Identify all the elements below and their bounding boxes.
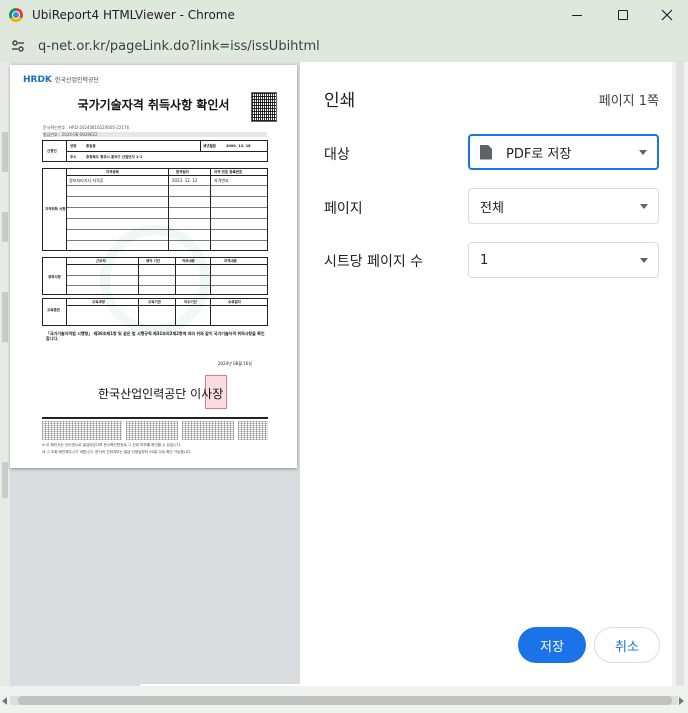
destination-value: PDF로 저장 <box>506 146 572 162</box>
maximize-button[interactable] <box>600 0 646 30</box>
window-title: UbiReport4 HTMLViewer - Chrome <box>32 8 235 22</box>
chevron-down-icon <box>640 204 648 209</box>
address-value: 충청북도 청주시 흥덕구 산업단지 1-1 <box>86 155 143 159</box>
window-titlebar: UbiReport4 HTMLViewer - Chrome <box>0 0 688 30</box>
site-info-icon[interactable] <box>10 38 26 54</box>
destination-select[interactable]: PDF로 저장 <box>468 134 659 170</box>
minimize-icon <box>572 14 582 16</box>
qual-header-item: 자격종목 <box>106 170 119 174</box>
career-header-4: 자격내용 <box>224 259 237 263</box>
hrdk-logo: HRDK 한국산업인력공단 <box>23 75 100 85</box>
career-label: 경력사항 <box>48 275 61 279</box>
training-header-1: 교육과정 <box>92 300 105 304</box>
qual-header-date: 합격일자 <box>176 170 189 174</box>
scroll-left-icon[interactable] <box>2 697 7 705</box>
birth-value: 2000. 12. 18 <box>226 144 251 148</box>
footer-note-2: 내 그 조회 확인해주시기 바랍니다. 문서의 진위여부는 발급 신청일부터 9… <box>42 450 192 454</box>
save-button[interactable]: 저장 <box>518 627 586 663</box>
preview-page: HRDK 한국산업인력공단 국가기술자격 취득사항 확인서 문서확인번호 : HR… <box>10 65 297 468</box>
statement-text: 「국가기술자격법 시행령」 제38조제1항 및 같은 법 시행규칙 제31조의2… <box>46 331 265 341</box>
issuer-name: 한국산업인력공단 이사장 <box>98 387 224 401</box>
pages-per-sheet-value: 1 <box>480 252 489 268</box>
pages-select[interactable]: 전체 <box>468 188 659 224</box>
qualification-label: 자격취득 사항 <box>45 207 66 211</box>
address-label: 주소 <box>70 155 77 159</box>
footer-note-1: ※ 이 확인서는 인터넷으로 발급되었으며 문서확인번호로 그 진위 여부를 확… <box>42 443 182 447</box>
applicant-label: 신청인 <box>47 149 57 153</box>
career-header-1: 근무처 <box>96 259 106 263</box>
training-label: 교육훈련 <box>47 308 60 312</box>
qual-row-number: 자격번호 <box>214 178 229 183</box>
issue-date: 2024년 08월 16일 <box>218 361 252 366</box>
vertical-scrollbar[interactable] <box>672 62 688 686</box>
print-preview[interactable]: HRDK 한국산업인력공단 국가기술자격 취득사항 확인서 문서확인번호 : HR… <box>0 62 300 713</box>
footer-divider <box>42 417 268 419</box>
document-icon <box>480 144 492 160</box>
pages-per-sheet-select[interactable]: 1 <box>468 242 659 278</box>
scroll-right-icon[interactable] <box>679 697 684 705</box>
chrome-icon <box>9 8 23 22</box>
verification-code-strip <box>238 421 268 440</box>
chevron-down-icon <box>639 150 647 155</box>
page-background-strip <box>0 62 10 713</box>
qual-row-item: 정보처리기사 자격증 <box>69 178 104 183</box>
qual-row-date: 2023. 12. 12 <box>172 178 198 183</box>
print-title: 인쇄 <box>324 91 356 111</box>
career-header-3: 직무내용 <box>182 259 195 263</box>
training-header-2: 교육기관 <box>148 300 161 304</box>
destination-label: 대상 <box>324 147 350 163</box>
cancel-button[interactable]: 취소 <box>594 627 660 663</box>
training-header-4: 수료일자 <box>228 300 241 304</box>
maximize-icon <box>618 10 628 20</box>
pages-value: 전체 <box>480 200 504 216</box>
minimize-button[interactable] <box>554 0 600 30</box>
scrollbar-thumb[interactable] <box>18 696 672 705</box>
chevron-down-icon <box>640 258 648 263</box>
pages-label: 페이지 <box>324 201 363 217</box>
page-count: 페이지 1쪽 <box>598 94 659 109</box>
scrollbar-thumb[interactable] <box>676 62 684 686</box>
qual-header-number: 자격 번호 등록번호 <box>214 170 243 174</box>
pages-per-sheet-label: 시트당 페이지 수 <box>324 254 424 270</box>
name-value: 홍길동 <box>86 144 96 148</box>
verification-code-strip <box>42 421 122 440</box>
barcode-image <box>251 92 277 122</box>
close-button[interactable] <box>644 0 688 30</box>
close-icon <box>661 9 673 21</box>
print-settings-panel: 인쇄 페이지 1쪽 대상 PDF로 저장 페이지 전체 시트당 페이지 수 1 … <box>300 62 672 686</box>
doc-number: 문서확인번호 : HRD-20240816220605-22176 <box>43 125 130 130</box>
horizontal-scrollbar[interactable] <box>0 686 688 713</box>
birth-label: 생년월일 <box>203 144 216 148</box>
name-label: 성명 <box>70 144 77 148</box>
career-header-2: 재직 기간 <box>146 259 161 263</box>
issue-number: 발급번호 : 2024-08-0828622 <box>43 132 98 137</box>
address-bar: q-net.or.kr/pageLink.do?link=iss/issUbih… <box>0 30 688 62</box>
verification-code-strip <box>182 421 234 440</box>
training-header-3: 이수기간 <box>184 300 197 304</box>
verification-code-strip <box>126 421 178 440</box>
print-dialog: HRDK 한국산업인력공단 국가기술자격 취득사항 확인서 문서확인번호 : HR… <box>0 62 688 713</box>
url-text[interactable]: q-net.or.kr/pageLink.do?link=iss/issUbih… <box>38 39 320 54</box>
